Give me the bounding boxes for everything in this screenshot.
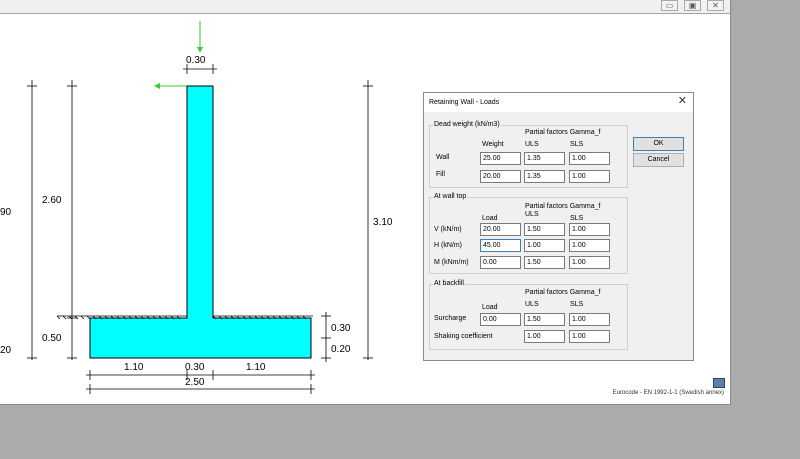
m-sls-input[interactable]: 1.00 xyxy=(569,256,610,269)
dim-heel: 1.10 xyxy=(246,362,266,373)
dialog-close-icon[interactable]: ✕ xyxy=(678,96,687,107)
dim-stem-bottom: 0.30 xyxy=(185,362,205,373)
ok-button[interactable]: OK xyxy=(633,137,684,151)
wall-uls-input[interactable]: 1.35 xyxy=(524,152,565,165)
col-weight: Weight xyxy=(482,141,504,148)
col-load: Load xyxy=(482,304,498,311)
wall-sls-input[interactable]: 1.00 xyxy=(569,152,610,165)
fill-label: Fill xyxy=(436,171,445,178)
h-label: H (kN/m) xyxy=(434,242,462,249)
fill-sls-input[interactable]: 1.00 xyxy=(569,170,610,183)
status-text: Eurocode - EN 1992-1-1 (Swedish annex) xyxy=(612,390,724,396)
h-uls-input[interactable]: 1.00 xyxy=(524,239,565,252)
minimize-icon: ▭ xyxy=(665,1,674,10)
retaining-wall-shape xyxy=(89,85,312,359)
minimize-button[interactable]: ▭ xyxy=(661,0,678,11)
h-sls-input[interactable]: 1.00 xyxy=(569,239,610,252)
horizontal-load-arrow-icon xyxy=(154,83,187,89)
col-uls: ULS xyxy=(525,301,539,308)
shaking-sls-input[interactable]: 1.00 xyxy=(569,330,610,343)
shaking-uls-input[interactable]: 1.00 xyxy=(524,330,565,343)
dim-base-right-upper: 0.30 xyxy=(331,323,351,334)
col-sls: SLS xyxy=(570,301,584,308)
loads-dialog: Retaining Wall - Loads ✕ OK Cancel Dead … xyxy=(423,92,694,361)
h-load-input[interactable]: 45.00 xyxy=(480,239,521,252)
wall-top-pf-header: Partial factors Gamma_f xyxy=(525,203,601,210)
v-sls-input[interactable]: 1.00 xyxy=(569,223,610,236)
dead-weight-legend: Dead weight (kN/m3) xyxy=(433,121,501,128)
col-load: Load xyxy=(482,215,498,222)
dialog-title-bar: Retaining Wall - Loads ✕ xyxy=(424,93,693,112)
dim-foot-left: 0.50 xyxy=(42,333,62,344)
dim-total-width: 2.50 xyxy=(185,377,205,388)
backfill-legend: At backfill xyxy=(433,280,465,287)
v-label: V (kN/m) xyxy=(434,226,462,233)
backfill-pf-header: Partial factors Gamma_f xyxy=(525,289,601,296)
close-icon: ✕ xyxy=(712,1,719,10)
wall-label: Wall xyxy=(436,154,450,161)
cancel-button[interactable]: Cancel xyxy=(633,153,684,167)
fill-uls-input[interactable]: 1.35 xyxy=(524,170,565,183)
m-uls-input[interactable]: 1.50 xyxy=(524,256,565,269)
v-uls-input[interactable]: 1.50 xyxy=(524,223,565,236)
dim-total-height: 3.10 xyxy=(373,217,393,228)
dim-left-base: 20 xyxy=(0,345,12,356)
col-sls: SLS xyxy=(570,141,584,148)
dim-stem-width: 0.30 xyxy=(186,55,206,66)
dialog-title: Retaining Wall - Loads xyxy=(429,99,500,106)
fill-weight-input[interactable]: 20.00 xyxy=(480,170,521,183)
dim-stem-height: 2.60 xyxy=(42,195,62,206)
surcharge-uls-input[interactable]: 1.50 xyxy=(524,313,565,326)
dim-toe: 1.10 xyxy=(124,362,144,373)
surcharge-sls-input[interactable]: 1.00 xyxy=(569,313,610,326)
m-load-input[interactable]: 0.00 xyxy=(480,256,521,269)
col-uls: ULS xyxy=(525,141,539,148)
close-button[interactable]: ✕ xyxy=(707,0,724,11)
wall-weight-input[interactable]: 25.00 xyxy=(480,152,521,165)
title-bar: ▭ ▣ ✕ xyxy=(0,0,730,14)
m-label: M (kNm/m) xyxy=(434,259,469,266)
surcharge-load-input[interactable]: 0.00 xyxy=(480,313,521,326)
v-load-input[interactable]: 20.00 xyxy=(480,223,521,236)
maximize-button[interactable]: ▣ xyxy=(684,0,701,11)
col-sls: SLS xyxy=(570,215,584,222)
col-uls: ULS xyxy=(525,211,539,218)
status-icon xyxy=(713,378,725,388)
dim-base-right-lower: 0.20 xyxy=(331,344,351,355)
dead-weight-pf-header: Partial factors Gamma_f xyxy=(525,129,601,136)
surcharge-label: Surcharge xyxy=(434,315,467,322)
dim-left-total: 90 xyxy=(0,207,12,218)
vertical-load-arrow-icon xyxy=(197,21,203,53)
wall-top-legend: At wall top xyxy=(433,193,468,200)
shaking-label: Shaking coefficient xyxy=(434,333,493,340)
maximize-icon: ▣ xyxy=(688,1,697,10)
